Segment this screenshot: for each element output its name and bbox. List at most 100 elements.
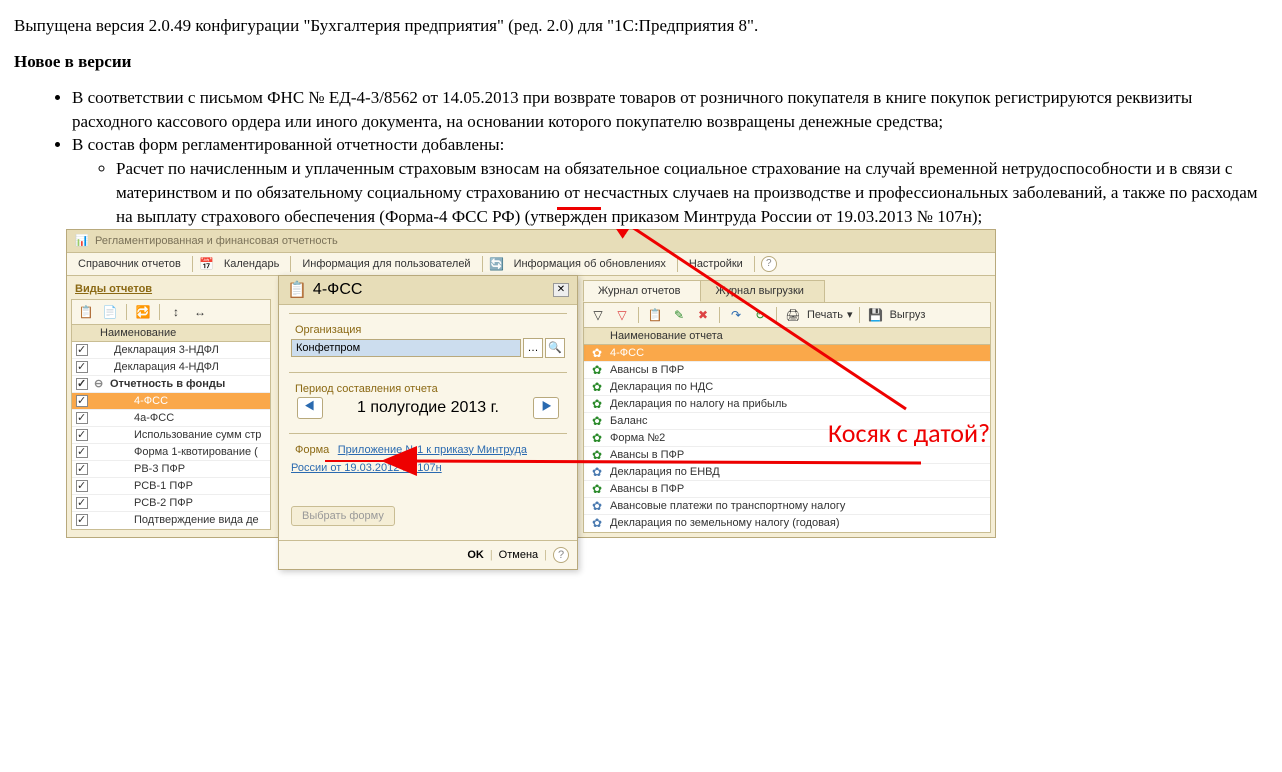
journal-row[interactable]: ✿Авансовые платежи по транспортному нало… [584,498,990,515]
copy-icon[interactable]: 📋 [645,305,665,325]
report-status-icon: ✿ [590,414,604,428]
checkbox-icon[interactable] [76,514,88,526]
article-li-1: В соответствии с письмом ФНС № ЕД-4-3/85… [72,86,1268,134]
cancel-button[interactable]: Отмена [499,549,538,561]
tree-row[interactable]: Использование сумм стр [72,427,270,444]
fieldset-period: Период составления отчета [291,383,442,395]
tb-btn-2[interactable]: 📄 [100,302,120,322]
journal-row[interactable]: ✿Декларация по налогу на прибыль [584,396,990,413]
checkbox-icon[interactable] [76,344,88,356]
article-intro: Выпущена версия 2.0.49 конфигурации "Бух… [14,14,1268,38]
export-label[interactable]: Выгруз [890,309,926,321]
tree-row-label: 4-ФСС [134,395,168,407]
journal-row-label: Декларация по земельному налогу (годовая… [610,517,840,529]
export-icon[interactable]: 💾 [866,305,886,325]
tree-row-label: 4а-ФСС [134,412,174,424]
journal-row-label: Форма №2 [610,432,665,444]
journal-grid[interactable]: ✿4-ФСС✿Авансы в ПФР✿Декларация по НДС✿Де… [584,345,990,532]
next-period-button[interactable]: ⯈ [533,397,559,419]
tree-row[interactable]: РСВ-2 ПФР [72,495,270,512]
tree-row-label: Отчетность в фонды [110,378,225,390]
window-titlebar: 📊 Регламентированная и финансовая отчетн… [67,230,995,253]
checkbox-icon[interactable] [76,446,88,458]
tree-row[interactable]: РВ-3 ПФР [72,461,270,478]
tree-row[interactable]: ⊖ Отчетность в фонды [72,376,270,393]
menu-catalog[interactable]: Справочник отчетов [73,256,186,272]
lookup-button[interactable]: 🔍 [545,338,565,358]
checkbox-icon[interactable] [76,412,88,424]
tree-row-label: РВ-3 ПФР [134,463,185,475]
report-status-icon: ✿ [590,516,604,530]
article-li-2a: Расчет по начисленным и уплаченным страх… [116,157,1268,228]
main-toolbar: Справочник отчетов 📅 Календарь Информаци… [67,253,995,276]
menu-updates[interactable]: Информация об обновлениях [509,256,671,272]
fieldset-form: Форма [291,444,333,456]
print-icon[interactable]: 🖨 [783,305,803,325]
help-icon[interactable]: ? [761,256,777,272]
journal-row[interactable]: ✿Авансы в ПФР [584,481,990,498]
journal-row[interactable]: ✿Авансы в ПФР [584,447,990,464]
journal-row[interactable]: ✿4-ФСС [584,345,990,362]
dialog-help-icon[interactable]: ? [553,547,569,563]
tb-btn-3[interactable]: 🔁 [133,302,153,322]
collapse-icon[interactable]: ⊖ [94,377,104,390]
checkbox-icon[interactable] [76,378,88,390]
menu-userinfo[interactable]: Информация для пользователей [297,256,475,272]
left-tree-grid[interactable]: Декларация 3-НДФЛ Декларация 4-НДФЛ ⊖ Отчет… [71,342,271,530]
close-icon[interactable]: ✕ [553,283,569,297]
tree-row[interactable]: РСВ-1 ПФР [72,478,270,495]
fieldset-organization: Организация [291,324,365,336]
prev-period-button[interactable]: ⯇ [297,397,323,419]
tree-row-label: Декларация 4-НДФЛ [114,361,219,373]
organization-input[interactable] [291,339,521,357]
tree-row[interactable]: Форма 1-квотирование ( [72,444,270,461]
journal-row-label: Авансы в ПФР [610,449,684,461]
checkbox-icon[interactable] [76,361,88,373]
journal-row[interactable]: ✿Авансы в ПФР [584,362,990,379]
edit-icon[interactable]: ✎ [669,305,689,325]
tab-journal-export[interactable]: Журнал выгрузки [700,280,824,302]
journal-toolbar: ▽ ▽ 📋 ✎ ✖ ↷ ↻ 🖨 Печать▾ 💾 Выгруз [583,303,991,328]
dialog-icon: 📋 [287,280,307,300]
checkbox-icon[interactable] [76,463,88,475]
tb-btn-1[interactable]: 📋 [76,302,96,322]
tree-row[interactable]: Декларация 4-НДФЛ [72,359,270,376]
journal-row-label: Декларация по ЕНВД [610,466,720,478]
tree-row-label: Форма 1-квотирование ( [134,446,258,458]
journal-row-label: Декларация по НДС [610,381,713,393]
tb-btn-4[interactable]: ↕ [166,302,186,322]
journal-column-header: Наименование отчета [584,328,990,345]
redo-icon[interactable]: ↷ [726,305,746,325]
tree-row[interactable]: Декларация 3-НДФЛ [72,342,270,359]
checkbox-icon[interactable] [76,429,88,441]
menu-settings[interactable]: Настройки [684,256,748,272]
filter-icon[interactable]: ▽ [588,305,608,325]
journal-row[interactable]: ✿ Декларация по земельному налогу (годова… [584,515,990,532]
checkbox-icon[interactable] [76,497,88,509]
report-status-icon: ✿ [590,346,604,360]
dialog-4fss: 📋 4-ФСС ✕ Организация … 🔍 Период составл… [278,275,578,570]
tab-journal-reports[interactable]: Журнал отчетов [583,280,701,302]
left-column-header: Наименование [71,325,271,342]
clear-filter-icon[interactable]: ▽ [612,305,632,325]
journal-row[interactable]: ✿Форма №2 [584,430,990,447]
window-title: Регламентированная и финансовая отчетнос… [95,235,338,247]
print-label[interactable]: Печать [807,309,843,321]
tree-row[interactable]: 4-ФСС [72,393,270,410]
checkbox-icon[interactable] [76,395,88,407]
tree-row[interactable]: Подтверждение вида де [72,512,270,529]
choose-form-button[interactable]: Выбрать форму [291,506,395,526]
journal-row[interactable]: ✿Баланс [584,413,990,430]
tree-row[interactable]: 4а-ФСС [72,410,270,427]
journal-row-label: Авансовые платежи по транспортному налог… [610,500,845,512]
journal-row[interactable]: ✿Декларация по ЕНВД [584,464,990,481]
menu-calendar[interactable]: Календарь [219,256,285,272]
journal-row[interactable]: ✿Декларация по НДС [584,379,990,396]
tb-btn-5[interactable]: ↔ [190,302,210,322]
refresh-icon[interactable]: ↻ [750,305,770,325]
delete-icon[interactable]: ✖ [693,305,713,325]
ok-button[interactable]: OK [467,549,484,561]
select-button[interactable]: … [523,338,543,358]
checkbox-icon[interactable] [76,480,88,492]
dialog-title: 4-ФСС [313,281,363,299]
